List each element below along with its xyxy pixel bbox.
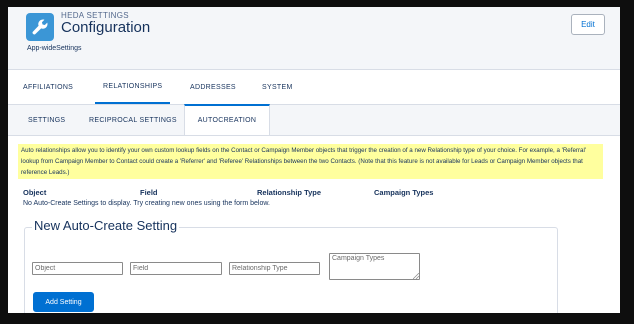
subtab-autocreation[interactable]: AUTOCREATION [184,104,270,135]
resize-grip-icon[interactable] [413,273,419,279]
page-title: Configuration [61,19,151,36]
tab-addresses[interactable]: ADDRESSES [190,70,236,104]
campaign-types-textarea[interactable] [329,253,420,280]
page-subtitle: App-wideSettings [27,45,82,52]
relationship-subtabs: SETTINGS RECIPROCAL SETTINGS AUTOCREATIO… [8,104,620,136]
new-setting-title: New Auto-Create Setting [32,218,180,233]
relationship-type-input[interactable] [229,262,320,275]
object-input[interactable] [32,262,123,275]
tab-system[interactable]: SYSTEM [262,70,293,104]
column-header-object: Object [23,188,47,197]
screenshot-frame: HEDA SETTINGS Configuration App-wideSett… [0,0,634,324]
autocreation-notice: Auto relationships allow you to identify… [18,144,603,179]
tab-relationships[interactable]: RELATIONSHIPS [95,70,171,104]
settings-page: HEDA SETTINGS Configuration App-wideSett… [8,7,620,313]
edit-button[interactable]: Edit [571,14,605,35]
column-header-campaign-types: Campaign Types [374,188,434,197]
column-header-field: Field [140,188,158,197]
add-setting-button[interactable]: Add Setting [33,292,94,312]
subtab-reciprocal-settings[interactable]: RECIPROCAL SETTINGS [89,105,177,135]
field-input[interactable] [130,262,222,275]
wrench-icon [26,13,54,41]
tab-affiliations[interactable]: AFFILIATIONS [23,70,73,104]
empty-table-message: No Auto-Create Settings to display. Try … [23,200,270,207]
subtab-settings[interactable]: SETTINGS [28,105,65,135]
main-tabs: AFFILIATIONS RELATIONSHIPS ADDRESSES SYS… [8,70,620,105]
column-header-relationship-type: Relationship Type [257,188,322,197]
page-header: HEDA SETTINGS Configuration App-wideSett… [8,7,620,70]
